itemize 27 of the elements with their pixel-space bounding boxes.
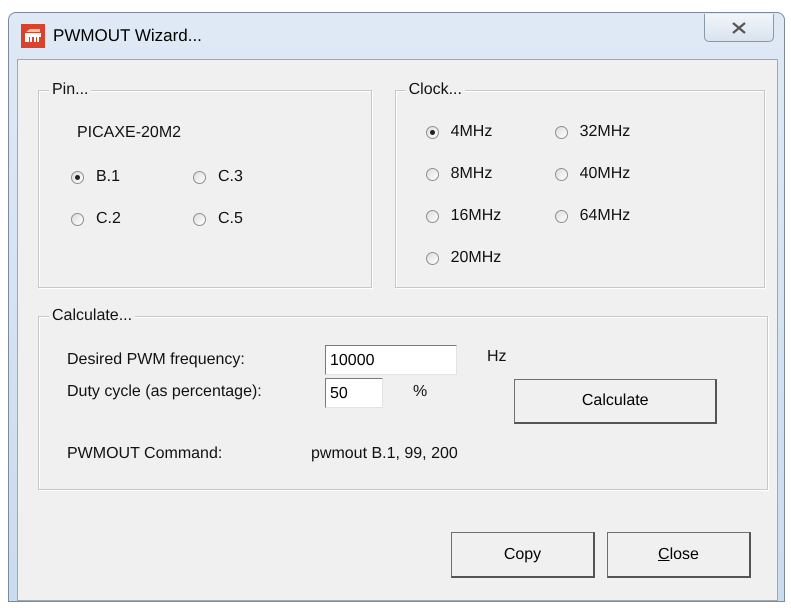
dialog-button[interactable]: Copy (451, 532, 595, 578)
field-label: Desired PWM frequency: (67, 350, 246, 370)
dialog-button[interactable]: Close (607, 532, 751, 578)
close-icon (732, 22, 746, 34)
radio-option[interactable]: 64MHz (554, 206, 630, 226)
radio-option[interactable]: 40MHz (554, 164, 630, 184)
radio-option[interactable]: C.5 (193, 209, 243, 229)
command-label: PWMOUT Command: (67, 444, 224, 464)
chip-label: PICAXE-20M2 (77, 123, 182, 143)
radio-option[interactable]: 4MHz (426, 122, 492, 142)
app-icon (21, 24, 45, 48)
unit-label: % (413, 382, 428, 402)
radio-option[interactable]: C.2 (71, 209, 121, 229)
frequency-field[interactable]: 10000 (325, 345, 457, 375)
close-button[interactable] (704, 14, 774, 42)
command-text: pwmout B.1, 99, 200 (311, 444, 458, 464)
window-title: PWMOUT Wizard... (53, 25, 202, 48)
radio-option[interactable]: 32MHz (554, 122, 630, 142)
radio-option[interactable]: 20MHz (426, 248, 502, 268)
duty-cycle-field[interactable]: 50 (325, 378, 383, 408)
radio-option[interactable]: B.1 (71, 167, 120, 187)
radio-option[interactable]: C.3 (193, 167, 243, 187)
radio-option[interactable]: 8MHz (426, 164, 492, 184)
field-label: Duty cycle (as percentage): (67, 382, 263, 402)
calculate-button[interactable]: Calculate (514, 379, 718, 424)
unit-label: Hz (487, 347, 507, 367)
radio-option[interactable]: 16MHz (426, 206, 502, 226)
